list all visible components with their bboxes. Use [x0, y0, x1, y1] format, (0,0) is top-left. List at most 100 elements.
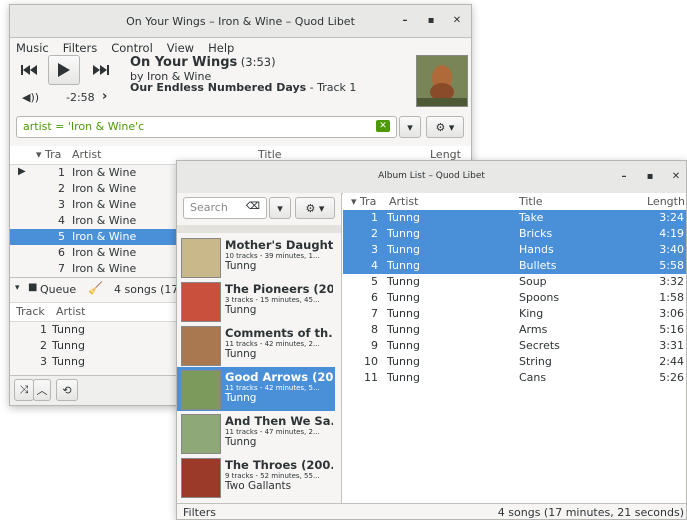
close-icon[interactable]: ✕ [450, 14, 464, 28]
song-artist-cell: Iron & Wine [72, 262, 137, 275]
album-track-row[interactable]: 11 Tunng Cans 5:26 [343, 370, 686, 386]
search-input[interactable]: artist = 'Iron & Wine'c ✕ [16, 116, 397, 138]
album-artist: Tunng [225, 348, 257, 360]
album-search-history-button[interactable]: ▾ [269, 197, 291, 219]
queue-column-artist[interactable]: Artist [56, 305, 85, 318]
album-titlebar[interactable]: Album List – Quod Libet – ▪ ✕ [177, 161, 686, 194]
album-item[interactable]: The Throes (200... 9 tracks - 52 minutes,… [177, 455, 335, 499]
album-title: Mother's Daught... [225, 238, 333, 252]
queue-stop-icon[interactable]: ■ [28, 282, 37, 293]
album-item[interactable]: The Pioneers (20...3 tracks - 15 minutes… [177, 279, 335, 323]
album-artist: Two Gallants [225, 480, 292, 492]
track-title: Spoons [519, 291, 560, 304]
track-artist: Tunng [387, 291, 420, 304]
album-options-button[interactable]: ⚙ ▾ [295, 197, 335, 219]
maximize-icon[interactable]: ▪ [424, 14, 438, 28]
song-artist-cell: Iron & Wine [72, 166, 137, 179]
album-cover-art[interactable] [416, 55, 468, 107]
album-column-artist[interactable]: Artist [389, 195, 418, 208]
track-title: King [519, 307, 544, 320]
album-artist: Tunng [225, 392, 257, 404]
album-item[interactable]: Good Arrows (20...11 tracks - 42 minutes… [177, 367, 335, 411]
album-track-row[interactable]: 8 Tunng Arms 5:16 [343, 322, 686, 338]
song-track-number: 7 [58, 262, 65, 275]
track-artist: Tunng [387, 259, 420, 272]
album-minimize-icon[interactable]: – [617, 170, 631, 184]
previous-button[interactable] [16, 58, 42, 82]
album-track-row[interactable]: 6 Tunng Spoons 1:58 [343, 290, 686, 306]
album-clear-search-icon[interactable]: ⌫ [246, 201, 260, 212]
track-artist: Tunng [387, 211, 420, 224]
album-close-icon[interactable]: ✕ [669, 170, 683, 184]
clear-search-icon[interactable]: ✕ [376, 120, 390, 132]
album-cover-image [181, 238, 221, 278]
album-item[interactable]: Comments of th... 11 tracks - 42 minutes,… [177, 323, 335, 367]
track-title: Cans [519, 371, 547, 384]
volume-icon[interactable]: ◀)) [22, 91, 39, 104]
queue-track-number: 3 [40, 355, 47, 368]
album-column-length[interactable]: Length [647, 195, 685, 208]
album-title: Good Arrows (20... [225, 370, 333, 384]
album-maximize-icon[interactable]: ▪ [643, 170, 657, 184]
album-track-row[interactable]: 10 Tunng String 2:44 [343, 354, 686, 370]
album-track-row[interactable]: 1 Tunng Take 3:24 [343, 210, 686, 226]
menu-filters[interactable]: Filters [63, 41, 97, 55]
album-cover-image [181, 414, 221, 454]
repeat-button[interactable]: ⟲ [56, 379, 78, 401]
menu-control[interactable]: Control [111, 41, 153, 55]
queue-expander-icon[interactable]: ▾ [15, 283, 20, 293]
column-artist[interactable]: Artist [72, 148, 101, 161]
album-statusbar: Filters 4 songs (17 minutes, 21 seconds) [177, 503, 686, 519]
album-sidebar: Search ⌫ ▾ ⚙ ▾ Mother's Daught...10 trac… [177, 193, 342, 503]
menu-help[interactable]: Help [208, 41, 234, 55]
shuffle-button[interactable]: ⤨ [14, 379, 34, 401]
album-column-track[interactable]: ▾ Tra [351, 195, 376, 208]
track-title: Bullets [519, 259, 557, 272]
track-number: 9 [371, 339, 378, 352]
next-button[interactable] [88, 58, 114, 82]
minimize-icon[interactable]: – [398, 14, 412, 28]
menu-music[interactable]: Music [16, 41, 49, 55]
status-song-summary: 4 songs (17 minutes, 21 seconds) [497, 506, 684, 519]
song-track: - Track 1 [306, 81, 357, 94]
status-filters[interactable]: Filters [183, 506, 216, 519]
album-item[interactable]: And Then We Sa... 11 tracks - 47 minutes,… [177, 411, 335, 455]
song-artist-cell: Iron & Wine [72, 230, 137, 243]
search-options-button[interactable]: ⚙ ▾ [426, 116, 464, 138]
seek-arrow-icon[interactable]: › [102, 89, 107, 104]
track-title: String [519, 355, 552, 368]
queue-artist-cell: Tunng [52, 323, 85, 336]
album-track-row[interactable]: 3 Tunng Hands 3:40 [343, 242, 686, 258]
album-cover-image [181, 458, 221, 498]
album-search-input[interactable]: Search ⌫ [183, 197, 267, 219]
album-track-row[interactable]: 9 Tunng Secrets 3:31 [343, 338, 686, 354]
album-track-row[interactable]: 2 Tunng Bricks 4:19 [343, 226, 686, 242]
search-history-button[interactable]: ▾ [399, 116, 421, 138]
queue-artist-cell: Tunng [52, 339, 85, 352]
album-list-window: Album List – Quod Libet – ▪ ✕ Search ⌫ ▾… [176, 160, 687, 520]
album-scrolled-partial [177, 225, 341, 233]
album-track-row[interactable]: 7 Tunng King 3:06 [343, 306, 686, 322]
album-cover-image [181, 326, 221, 366]
column-track[interactable]: ▾ Tra [36, 148, 61, 161]
album-search-placeholder: Search [190, 201, 228, 214]
album-track-row[interactable]: 4 Tunng Bullets 5:58 [343, 258, 686, 274]
main-titlebar[interactable]: On Your Wings – Iron & Wine – Quod Libet… [10, 5, 471, 38]
collapse-button[interactable]: ︿ [33, 379, 51, 401]
album-info: 11 tracks - 42 minutes, 2... [225, 340, 320, 348]
track-length: 5:16 [659, 323, 684, 336]
song-track-number: 6 [58, 246, 65, 259]
album-column-title[interactable]: Title [519, 195, 543, 208]
song-album-line: Our Endless Numbered Days - Track 1 [130, 81, 356, 94]
album-item[interactable]: Mother's Daught...10 tracks - 39 minutes… [177, 235, 335, 279]
track-title: Secrets [519, 339, 560, 352]
album-track-row[interactable]: 5 Tunng Soup 3:32 [343, 274, 686, 290]
clear-queue-icon[interactable]: 🧹 [88, 281, 103, 295]
album-info: 3 tracks - 15 minutes, 45... [225, 296, 320, 304]
queue-count: 4 songs (17: [114, 283, 183, 296]
album-artist: Tunng [225, 260, 257, 272]
menu-view[interactable]: View [167, 41, 194, 55]
track-number: 8 [371, 323, 378, 336]
play-button[interactable] [48, 55, 80, 85]
queue-column-track[interactable]: Track [16, 305, 45, 318]
